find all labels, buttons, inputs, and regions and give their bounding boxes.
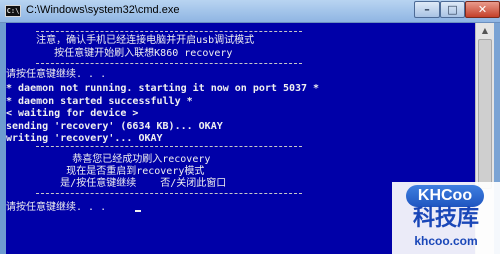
scroll-up-arrow-icon[interactable]: ▲ [476,23,494,39]
console-line: 现在是否重启到recovery模式 [6,166,205,177]
close-button[interactable]: ✕ [465,1,500,18]
console-line: 恭喜您已经成功刷入recovery [6,154,211,165]
text-cursor [135,210,141,212]
console-line: 是/按任意键继续 否/关闭此窗口 [6,178,227,189]
separator-line [36,63,302,64]
console-line: 按任意键开始刷入联想K860 recovery [6,48,233,59]
separator-line [36,146,302,147]
watermark-logo: KHCoo [406,185,484,207]
console-line: 注意，确认手机已经连接电脑并开启usb调试模式 [6,35,255,46]
console-line: * daemon started successfully * [6,96,193,107]
cmd-window: C:\ C:\Windows\system32\cmd.exe – □ ✕ 注意… [0,0,500,254]
console-line: 请按任意键继续. . . [6,202,107,213]
separator-line [36,31,302,32]
console-line: 请按任意键继续. . . [6,69,107,80]
console-line: sending 'recovery' (6634 KB)... OKAY [6,121,223,132]
title-bar[interactable]: C:\ C:\Windows\system32\cmd.exe – □ ✕ [0,0,500,23]
console-line: * daemon not running. starting it now on… [6,83,320,94]
watermark-name: 科技库 [412,206,479,231]
maximize-button[interactable]: □ [440,1,465,18]
watermark: KHCoo 科技库 khcoo.com [392,182,500,254]
console-line: writing 'recovery'... OKAY [6,133,163,144]
cmd-icon[interactable]: C:\ [5,5,21,17]
scroll-thumb[interactable] [478,39,492,189]
console-line: < waiting for device > [6,108,139,119]
separator-line [36,193,302,194]
watermark-domain: khcoo.com [414,234,478,248]
window-title: C:\Windows\system32\cmd.exe [26,4,180,16]
minimize-button[interactable]: – [414,1,440,18]
